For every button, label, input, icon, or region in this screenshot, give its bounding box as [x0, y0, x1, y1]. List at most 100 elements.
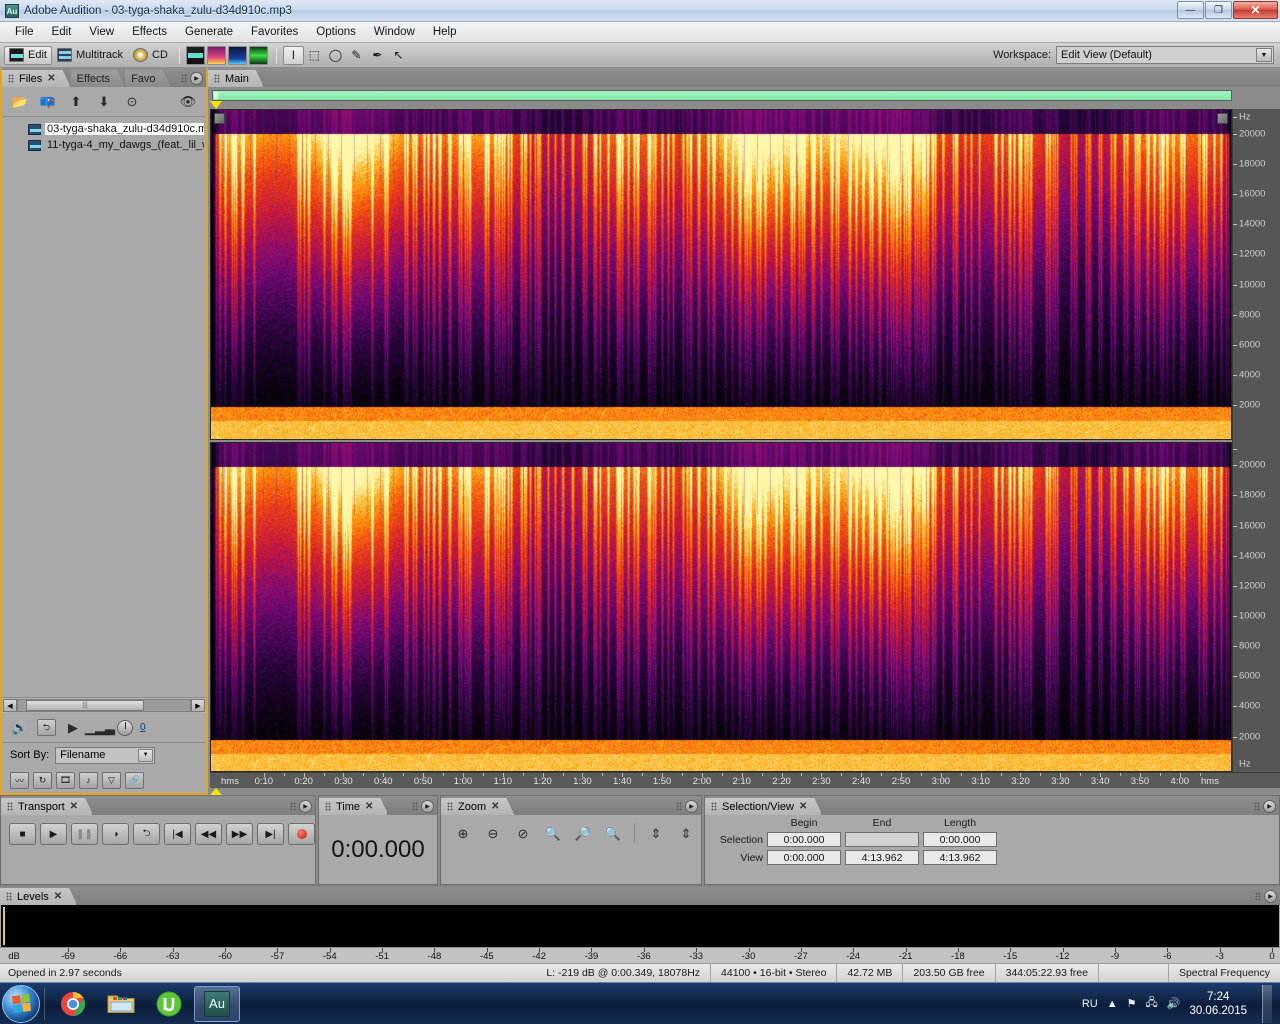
menu-item-options[interactable]: Options [307, 24, 365, 40]
filter-icon[interactable]: ▽ [102, 771, 121, 789]
time-ruler[interactable]: hms hms 0:10 0:20 0:30 0:40 0:50 1:00 1:10 1:20 1:… [210, 772, 1232, 788]
scroll-right-icon[interactable]: ▶ [191, 699, 205, 712]
scroll-thumb[interactable] [26, 700, 144, 711]
menu-item-window[interactable]: Window [365, 24, 424, 40]
chevron-down-icon[interactable]: ▼ [1256, 48, 1272, 62]
selection-begin-field[interactable]: 0:00.000 [767, 832, 841, 847]
spectral-phase-view-icon[interactable] [248, 45, 268, 65]
show-waveforms-icon[interactable]: 〰 [10, 771, 29, 789]
show-video-icon[interactable]: 🎞 [56, 771, 75, 789]
utorrent-taskbar-icon[interactable] [146, 986, 192, 1022]
paintbrush-selection-tool[interactable]: ✎ [346, 46, 367, 65]
zoom-to-selection-button[interactable]: 🔍 [541, 823, 565, 845]
auto-play-icon[interactable]: ▶ [63, 719, 83, 737]
spectral-display[interactable] [210, 109, 1232, 772]
zoom-in-to-right-edge-of-selection-button[interactable]: 🔍 [601, 823, 625, 845]
panel-menu-icon[interactable]: ▶ [421, 800, 434, 813]
start-button[interactable] [2, 984, 40, 1023]
scroll-track[interactable] [17, 699, 191, 712]
waveform-view-icon[interactable] [185, 45, 205, 65]
chevron-down-icon[interactable]: ▼ [138, 748, 154, 762]
volume-value[interactable]: 0 [140, 722, 146, 733]
view-start-marker-icon[interactable] [210, 101, 222, 109]
spectral-frequency-view-icon[interactable] [206, 45, 226, 65]
tab-favorites[interactable]: Favo [125, 70, 170, 87]
tab-files[interactable]: Files ✕ [2, 70, 71, 87]
close-icon[interactable]: ✕ [47, 73, 55, 84]
loop-play-icon[interactable]: ⮌ [37, 719, 56, 736]
view-end-marker-icon[interactable] [210, 788, 222, 795]
horizontal-range-scrollbar[interactable] [212, 90, 1232, 101]
audition-taskbar-icon[interactable]: Au [194, 985, 240, 1022]
frequency-ruler[interactable]: Hz 20000 18000 16000 14000 12000 10000 8000 6000… [1232, 109, 1280, 772]
panel-menu-icon[interactable]: ▶ [1263, 800, 1276, 813]
loop-icon[interactable]: ↻ [33, 771, 52, 789]
show-columns-icon[interactable]: 👁 [178, 93, 198, 111]
go-to-beginning-button[interactable]: |◀ [164, 823, 191, 845]
go-to-end-button[interactable]: ▶| [257, 823, 284, 845]
maximize-restore-button[interactable]: ❐ [1205, 1, 1232, 19]
panel-menu-icon[interactable]: ▶ [685, 800, 698, 813]
close-icon[interactable]: ✕ [365, 801, 373, 812]
mode-button-multitrack[interactable]: Multitrack [52, 46, 128, 65]
menu-item-view[interactable]: View [80, 24, 123, 40]
panel-menu-icon[interactable]: ▶ [299, 800, 312, 813]
link-icon[interactable]: 🔗 [125, 771, 144, 789]
tab-main[interactable]: Main [208, 70, 264, 87]
tab-time[interactable]: Time ✕ [319, 798, 388, 815]
menu-item-effects[interactable]: Effects [123, 24, 176, 40]
close-icon[interactable]: ✕ [799, 801, 807, 812]
menu-item-file[interactable]: File [6, 24, 43, 40]
marquee-selection-tool[interactable]: ⬚ [304, 46, 325, 65]
show-desktop-button[interactable] [1262, 984, 1272, 1023]
time-selection-tool[interactable]: I [282, 45, 304, 65]
tab-zoom[interactable]: Zoom ✕ [441, 798, 515, 815]
move-tool[interactable]: ↖ [388, 46, 409, 65]
show-hidden-icons-arrow[interactable]: ▲ [1107, 998, 1118, 1010]
selection-length-field[interactable]: 0:00.000 [923, 832, 997, 847]
play-looped-button[interactable]: ⮌ [133, 823, 160, 845]
mode-button-cd[interactable]: CD [128, 46, 173, 65]
selection-end-field[interactable] [845, 832, 919, 847]
zoom-out-horizontally-button[interactable]: ⊖ [481, 823, 505, 845]
zoom-out-full-both-axes-button[interactable]: ⊘ [511, 823, 535, 845]
lasso-selection-tool[interactable]: ◯ [325, 46, 346, 65]
spectral-pan-view-icon[interactable] [227, 45, 247, 65]
current-time-display[interactable]: 0:00.000 [319, 836, 437, 864]
left-channel-options-button[interactable] [1217, 113, 1228, 124]
volume-icon[interactable]: 🔊 [1167, 997, 1181, 1010]
play-button[interactable]: ▶ [40, 823, 67, 845]
tab-transport[interactable]: Transport ✕ [1, 798, 93, 815]
preview-play-icon[interactable]: 🔊 [10, 719, 30, 737]
insert-into-cd-list-icon[interactable]: ⬇ [94, 93, 114, 111]
panel-menu-icon[interactable]: ▶ [190, 72, 203, 85]
level-meter[interactable] [1, 905, 1279, 947]
language-indicator[interactable]: RU [1082, 998, 1098, 1010]
menu-item-generate[interactable]: Generate [176, 24, 242, 40]
network-icon[interactable]: 🖧 [1145, 994, 1157, 1013]
right-channel-spectrogram[interactable] [210, 441, 1232, 772]
view-begin-field[interactable]: 0:00.000 [767, 850, 841, 865]
zoom-in-to-left-edge-of-selection-button[interactable]: 🔎 [571, 823, 595, 845]
menu-item-favorites[interactable]: Favorites [242, 24, 307, 40]
zoom-in-vertically-button[interactable]: ⇕ [644, 823, 668, 845]
workspace-select[interactable]: Edit View (Default) ▼ [1056, 46, 1274, 64]
mode-button-edit[interactable]: Edit [4, 45, 52, 65]
left-channel-spectrogram[interactable] [210, 109, 1232, 440]
zoom-in-horizontally-button[interactable]: ⊕ [451, 823, 475, 845]
spot-healing-brush-tool[interactable]: ✒ [367, 46, 388, 65]
show-audio-icon[interactable]: ♪ [79, 771, 98, 789]
chrome-taskbar-icon[interactable] [50, 986, 96, 1022]
files-horizontal-scrollbar[interactable]: ◀ ▶ [2, 697, 206, 713]
record-button[interactable] [288, 823, 315, 845]
tab-selection-view[interactable]: Selection/View ✕ [705, 798, 822, 815]
panel-menu-icon[interactable]: ▶ [1264, 890, 1277, 903]
close-icon[interactable]: ✕ [54, 891, 62, 902]
insert-into-playlist-icon[interactable]: ⊙ [122, 93, 142, 111]
explorer-taskbar-icon[interactable] [98, 986, 144, 1022]
close-icon[interactable]: ✕ [491, 801, 499, 812]
rewind-button[interactable]: ◀◀ [195, 823, 222, 845]
close-icon[interactable]: ✕ [70, 801, 78, 812]
zoom-out-vertically-button[interactable]: ⇕ [674, 823, 698, 845]
left-channel-select-button[interactable] [214, 113, 225, 124]
